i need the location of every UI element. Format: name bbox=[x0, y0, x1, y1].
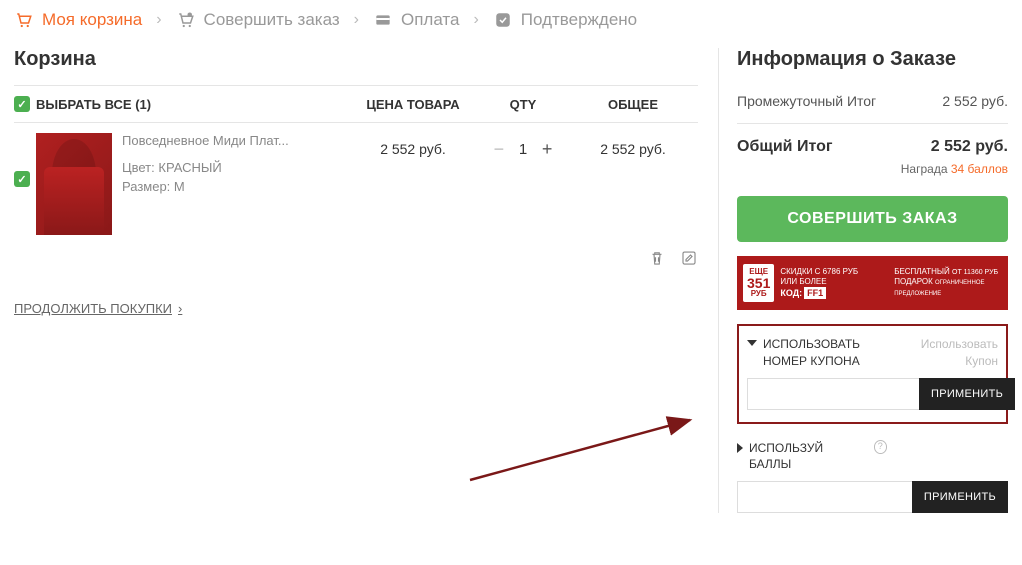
qty-increase-button[interactable]: + bbox=[537, 139, 557, 159]
product-thumbnail[interactable] bbox=[36, 133, 112, 235]
reward-link[interactable]: 34 баллов bbox=[951, 162, 1008, 176]
help-icon[interactable]: ? bbox=[874, 440, 887, 454]
triangle-down-icon bbox=[747, 340, 757, 346]
item-price: 2 552 руб. bbox=[348, 133, 478, 157]
cart-header-row: ✓ ВЫБРАТЬ ВСЕ (1) ЦЕНА ТОВАРА QTY ОБЩЕЕ bbox=[14, 85, 698, 123]
edit-icon[interactable] bbox=[680, 249, 698, 267]
table-row: ✓ Повседневное Миди Плат... Цвет: КРАСНЫ… bbox=[14, 123, 698, 241]
promo-badge: ЕЩЕ 351 РУБ bbox=[743, 264, 774, 302]
total-row: Общий Итог 2 552 руб. bbox=[737, 123, 1008, 156]
triangle-right-icon bbox=[737, 443, 743, 453]
points-toggle[interactable]: ИСПОЛЬЗУЙ БАЛЛЫ ? bbox=[737, 440, 887, 474]
breadcrumb-confirmed[interactable]: Подтверждено bbox=[493, 10, 637, 30]
col-price: ЦЕНА ТОВАРА bbox=[348, 97, 478, 112]
qty-value: 1 bbox=[519, 141, 527, 158]
qty-decrease-button[interactable]: − bbox=[489, 139, 509, 159]
points-apply-button[interactable]: ПРИМЕНИТЬ bbox=[912, 481, 1008, 513]
cart-title: Корзина bbox=[14, 48, 698, 71]
total-label: Общий Итог bbox=[737, 138, 833, 156]
cart-icon bbox=[14, 11, 34, 29]
promo-banner[interactable]: ЕЩЕ 351 РУБ СКИДКИ С 6786 РУБ ИЛИ БОЛЕЕ … bbox=[737, 256, 1008, 310]
coupon-hint: Использовать Купон bbox=[897, 336, 998, 370]
breadcrumb-cart[interactable]: Моя корзина bbox=[14, 10, 142, 30]
breadcrumb-cart-label: Моя корзина bbox=[42, 10, 142, 30]
checkout-button[interactable]: СОВЕРШИТЬ ЗАКАЗ bbox=[737, 196, 1008, 242]
coupon-input[interactable] bbox=[747, 378, 919, 410]
card-icon bbox=[373, 11, 393, 29]
chevron-icon: › bbox=[354, 11, 359, 29]
continue-shopping-link[interactable]: ПРОДОЛЖИТЬ ПОКУПКИ › bbox=[14, 301, 698, 316]
chevron-icon: › bbox=[156, 11, 161, 29]
points-section: ИСПОЛЬЗУЙ БАЛЛЫ ? ПРИМЕНИТЬ bbox=[737, 440, 1008, 514]
breadcrumb-checkout-label: Совершить заказ bbox=[204, 10, 340, 30]
coupon-section: ИСПОЛЬЗОВАТЬ НОМЕР КУПОНА Использовать К… bbox=[737, 324, 1008, 424]
subtotal-row: Промежуточный Итог 2 552 руб. bbox=[737, 85, 1008, 123]
coupon-toggle[interactable]: ИСПОЛЬЗОВАТЬ НОМЕР КУПОНА bbox=[747, 336, 897, 370]
coupon-apply-button[interactable]: ПРИМЕНИТЬ bbox=[919, 378, 1015, 410]
promo-text-left: СКИДКИ С 6786 РУБ ИЛИ БОЛЕЕ КОД:FF1 bbox=[780, 267, 888, 299]
breadcrumb-confirmed-label: Подтверждено bbox=[521, 10, 637, 30]
col-qty: QTY bbox=[478, 97, 568, 112]
item-actions bbox=[14, 241, 698, 281]
quantity-stepper: − 1 + bbox=[478, 139, 568, 159]
product-name[interactable]: Повседневное Миди Плат... bbox=[122, 133, 312, 148]
reward-row: Награда 34 баллов bbox=[737, 162, 1008, 176]
delete-icon[interactable] bbox=[648, 249, 666, 267]
points-input[interactable] bbox=[737, 481, 912, 513]
breadcrumb-payment[interactable]: Оплата bbox=[373, 10, 459, 30]
checkout-icon bbox=[176, 11, 196, 29]
breadcrumb: Моя корзина › Совершить заказ › Оплата ›… bbox=[14, 10, 1008, 30]
chevron-right-icon: › bbox=[178, 301, 182, 316]
breadcrumb-checkout[interactable]: Совершить заказ bbox=[176, 10, 340, 30]
item-total: 2 552 руб. bbox=[568, 133, 698, 157]
total-value: 2 552 руб. bbox=[931, 138, 1008, 156]
breadcrumb-payment-label: Оплата bbox=[401, 10, 459, 30]
subtotal-value: 2 552 руб. bbox=[942, 93, 1008, 109]
order-title: Информация о Заказе bbox=[737, 48, 1008, 71]
item-checkbox[interactable]: ✓ bbox=[14, 171, 30, 187]
cart-panel: Корзина ✓ ВЫБРАТЬ ВСЕ (1) ЦЕНА ТОВАРА QT… bbox=[14, 48, 698, 316]
product-color: Цвет: КРАСНЫЙ bbox=[122, 160, 348, 175]
select-all-checkbox[interactable]: ✓ bbox=[14, 96, 30, 112]
subtotal-label: Промежуточный Итог bbox=[737, 93, 876, 109]
col-total: ОБЩЕЕ bbox=[568, 97, 698, 112]
confirmed-icon bbox=[493, 11, 513, 29]
order-panel: Информация о Заказе Промежуточный Итог 2… bbox=[718, 48, 1008, 513]
promo-text-right: БЕСПЛАТНЫЙ ОТ 11360 РУБ ПОДАРОК ОГРАНИЧЕ… bbox=[894, 267, 1002, 299]
product-size: Размер: M bbox=[122, 179, 348, 194]
select-all-label[interactable]: ВЫБРАТЬ ВСЕ (1) bbox=[36, 97, 348, 112]
chevron-icon: › bbox=[473, 11, 478, 29]
